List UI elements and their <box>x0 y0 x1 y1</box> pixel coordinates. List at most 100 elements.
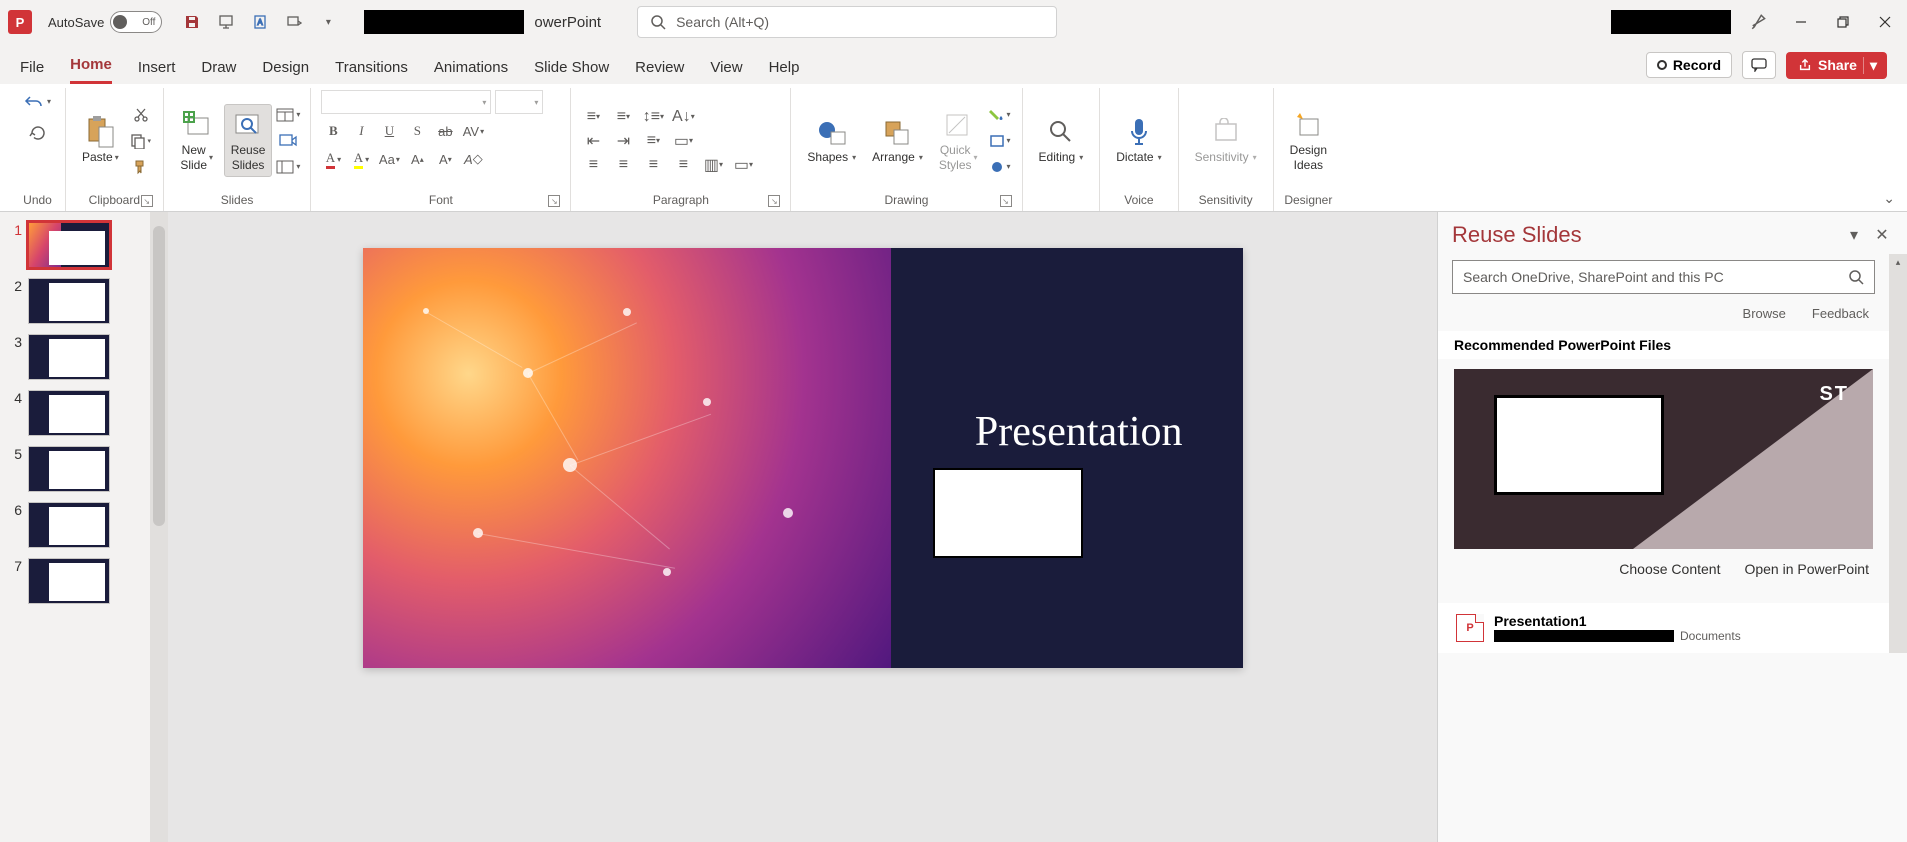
character-spacing-button[interactable]: AV▾ <box>461 120 485 142</box>
redo-button[interactable] <box>26 122 50 144</box>
reuse-pane-options-button[interactable]: ▾ <box>1843 224 1865 246</box>
user-account-redacted[interactable] <box>1611 10 1731 34</box>
tab-animations[interactable]: Animations <box>434 59 508 84</box>
bullets-button[interactable]: ≡▾ <box>581 108 605 126</box>
reuse-pane-close-button[interactable]: ✕ <box>1871 224 1893 246</box>
align-right-button[interactable]: ≡ <box>641 156 665 174</box>
thumb-7[interactable]: 7 <box>0 558 150 604</box>
accessibility-button[interactable]: A <box>250 12 270 32</box>
export-button[interactable] <box>284 12 304 32</box>
record-button[interactable]: Record <box>1646 52 1732 78</box>
bold-button[interactable]: B <box>321 120 345 142</box>
clipboard-launcher[interactable]: ↘ <box>141 195 153 207</box>
tab-review[interactable]: Review <box>635 59 684 84</box>
thumb-1[interactable]: 1 <box>0 222 150 268</box>
increase-indent-button[interactable]: ⇥ <box>611 132 635 150</box>
share-dropdown[interactable]: ▾ <box>1863 57 1877 74</box>
align-center-button[interactable]: ≡ <box>611 156 635 174</box>
clear-formatting-button[interactable]: A◇ <box>461 148 485 170</box>
drawing-launcher[interactable]: ↘ <box>1000 195 1012 207</box>
line-spacing-button[interactable]: ↕≡▾ <box>641 108 665 126</box>
dictate-button[interactable]: Dictate▾ <box>1110 112 1167 168</box>
arrange-button[interactable]: Arrange▾ <box>866 112 929 168</box>
justify-button[interactable]: ≡ <box>671 156 695 174</box>
reuse-slides-button[interactable]: Reuse Slides <box>224 104 273 177</box>
sensitivity-button[interactable]: Sensitivity▾ <box>1189 112 1263 168</box>
highlight-button[interactable]: A▾ <box>349 148 373 170</box>
font-color-button[interactable]: A▾ <box>321 148 345 170</box>
italic-button[interactable]: I <box>349 120 373 142</box>
qat-customize-button[interactable]: ▾ <box>318 12 338 32</box>
present-from-start-button[interactable] <box>216 12 236 32</box>
copy-button[interactable]: ▾ <box>129 130 153 152</box>
font-launcher[interactable]: ↘ <box>548 195 560 207</box>
tab-help[interactable]: Help <box>769 59 800 84</box>
align-left-button[interactable]: ≡ <box>581 156 605 174</box>
autosave-toggle[interactable]: Off <box>110 11 162 33</box>
slide-subtitle-redacted[interactable] <box>933 468 1083 558</box>
reuse-browse-link[interactable]: Browse <box>1743 306 1786 321</box>
paste-button[interactable]: Paste▾ <box>76 112 125 168</box>
coming-soon-button[interactable] <box>1745 8 1773 36</box>
underline-button[interactable]: U <box>377 120 401 142</box>
shape-effects-button[interactable]: ▾ <box>988 156 1012 178</box>
new-slide-button[interactable]: New Slide▾ <box>174 105 220 176</box>
ribbon-collapse-button[interactable]: ⌄ <box>1883 190 1895 207</box>
reset-button[interactable] <box>276 130 300 152</box>
section-button[interactable]: ▾ <box>276 156 300 178</box>
comments-button[interactable] <box>1742 51 1776 79</box>
tab-transitions[interactable]: Transitions <box>335 59 408 84</box>
cut-button[interactable] <box>129 104 153 126</box>
reuse-search-input[interactable]: Search OneDrive, SharePoint and this PC <box>1452 260 1875 294</box>
increase-font-button[interactable]: A▴ <box>405 148 429 170</box>
thumbnails-scrollbar[interactable] <box>150 212 168 842</box>
shapes-button[interactable]: Shapes▾ <box>801 112 862 168</box>
editing-button[interactable]: Editing▾ <box>1033 112 1090 168</box>
share-button[interactable]: Share ▾ <box>1786 52 1887 79</box>
window-minimize-button[interactable] <box>1787 8 1815 36</box>
thumb-4[interactable]: 4 <box>0 390 150 436</box>
window-close-button[interactable] <box>1871 8 1899 36</box>
thumb-6[interactable]: 6 <box>0 502 150 548</box>
decrease-font-button[interactable]: A▾ <box>433 148 457 170</box>
tab-home[interactable]: Home <box>70 56 112 84</box>
thumb-3[interactable]: 3 <box>0 334 150 380</box>
shape-fill-button[interactable]: ▾ <box>988 104 1012 126</box>
reuse-feedback-link[interactable]: Feedback <box>1812 306 1869 321</box>
format-painter-button[interactable] <box>129 156 153 178</box>
window-restore-button[interactable] <box>1829 8 1857 36</box>
tab-draw[interactable]: Draw <box>201 59 236 84</box>
align-text-button[interactable]: ≡▾ <box>641 132 665 150</box>
thumb-5[interactable]: 5 <box>0 446 150 492</box>
save-button[interactable] <box>182 12 202 32</box>
layout-button[interactable]: ▾ <box>276 104 300 126</box>
shadow-button[interactable]: S <box>405 120 429 142</box>
columns-button[interactable]: ▥▾ <box>701 156 725 174</box>
tab-slideshow[interactable]: Slide Show <box>534 59 609 84</box>
thumb-2[interactable]: 2 <box>0 278 150 324</box>
font-name-combo[interactable]: ▾ <box>321 90 491 114</box>
strikethrough-button[interactable]: ab <box>433 120 457 142</box>
decrease-indent-button[interactable]: ⇤ <box>581 132 605 150</box>
change-case-button[interactable]: Aa▾ <box>377 148 401 170</box>
reuse-pane-scrollbar[interactable]: ▴ <box>1889 254 1907 653</box>
tab-design[interactable]: Design <box>262 59 309 84</box>
convert-smartart-button[interactable]: ▭▾ <box>671 132 695 150</box>
search-box[interactable]: Search (Alt+Q) <box>637 6 1057 38</box>
recommended-file-card[interactable]: ST <box>1454 369 1873 549</box>
quick-styles-button[interactable]: Quick Styles▾ <box>933 105 984 176</box>
font-size-combo[interactable]: ▾ <box>495 90 543 114</box>
tab-view[interactable]: View <box>710 59 742 84</box>
shape-outline-button[interactable]: ▾ <box>988 130 1012 152</box>
tab-file[interactable]: File <box>20 59 44 84</box>
numbering-button[interactable]: ≡▾ <box>611 108 635 126</box>
open-in-powerpoint-link[interactable]: Open in PowerPoint <box>1744 561 1869 577</box>
choose-content-link[interactable]: Choose Content <box>1619 561 1720 577</box>
autosave[interactable]: AutoSave Off <box>48 11 162 33</box>
paragraph-launcher[interactable]: ↘ <box>768 195 780 207</box>
slide-canvas[interactable]: Presentation <box>363 248 1243 668</box>
slide-title-text[interactable]: Presentation <box>975 408 1183 456</box>
text-direction-button[interactable]: A↓▾ <box>671 108 695 126</box>
distribute-button[interactable]: ▭▾ <box>731 156 755 174</box>
undo-button[interactable]: ▾ <box>24 90 51 112</box>
